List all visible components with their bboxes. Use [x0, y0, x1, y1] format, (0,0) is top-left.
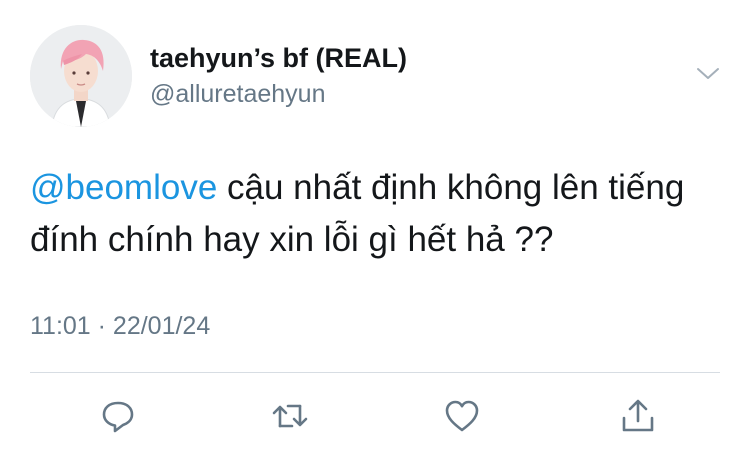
action-bar	[0, 394, 750, 438]
heart-icon	[445, 400, 479, 432]
mention-link[interactable]: @beomlove	[30, 168, 217, 207]
retweet-button[interactable]	[268, 394, 312, 438]
user-handle[interactable]: @alluretaehyun	[150, 80, 326, 109]
share-button[interactable]	[616, 394, 660, 438]
timestamp[interactable]: 11:01 · 22/01/24	[30, 312, 210, 341]
display-name[interactable]: taehyun’s bf (REAL)	[150, 43, 407, 74]
avatar[interactable]	[30, 25, 132, 127]
reply-button[interactable]	[96, 394, 140, 438]
reply-icon	[102, 401, 134, 433]
divider	[30, 372, 720, 373]
like-button[interactable]	[440, 394, 484, 438]
profile-photo-icon	[30, 25, 132, 127]
chevron-down-icon[interactable]	[694, 62, 722, 86]
share-icon	[622, 399, 654, 432]
retweet-icon	[272, 404, 308, 428]
tweet-text: @beomlove cậu nhất định không lên tiếng …	[30, 162, 730, 266]
